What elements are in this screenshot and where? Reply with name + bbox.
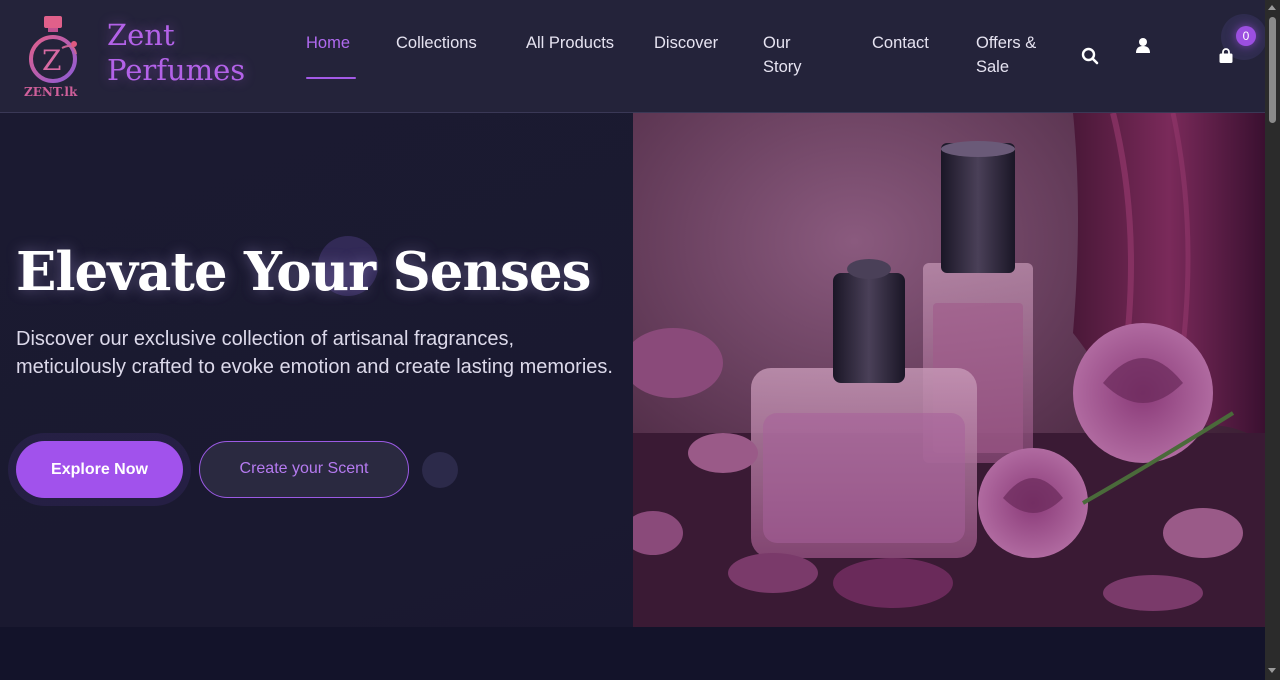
zent-logo[interactable]: Z ZENT.lk: [22, 14, 90, 98]
cart-icon[interactable]: [1218, 48, 1234, 64]
nav-our-story[interactable]: Our Story: [763, 31, 833, 79]
logo-text: ZENT.lk: [24, 85, 78, 98]
hero-perfume-image: [633, 113, 1265, 627]
nav-all-products[interactable]: All Products: [526, 31, 618, 55]
brand-line2: Perfumes: [107, 53, 246, 87]
nav-discover[interactable]: Discover: [654, 31, 718, 55]
nav-active-indicator: [306, 77, 356, 79]
page-scrollbar[interactable]: [1265, 0, 1280, 680]
scroll-down-arrow-icon[interactable]: [1268, 668, 1276, 673]
next-section: [0, 627, 1265, 680]
nav-home[interactable]: Home: [306, 31, 350, 55]
brand-name[interactable]: Zent Perfumes: [107, 18, 245, 88]
nav-contact[interactable]: Contact: [872, 31, 929, 55]
nav-collections[interactable]: Collections: [396, 31, 477, 55]
user-icon[interactable]: [1135, 37, 1151, 54]
explore-now-button[interactable]: Explore Now: [16, 441, 183, 498]
scrollbar-thumb[interactable]: [1269, 17, 1276, 123]
search-icon[interactable]: [1081, 47, 1099, 65]
scroll-up-arrow-icon[interactable]: [1268, 5, 1276, 10]
hero-title: Elevate Your Senses: [16, 241, 591, 303]
site-header: Z ZENT.lk Zent Perfumes Home Collections…: [0, 0, 1267, 113]
create-scent-button[interactable]: Create your Scent: [199, 441, 409, 498]
hero-description: Discover our exclusive collection of art…: [16, 328, 613, 378]
nav-offers-sale[interactable]: Offers & Sale: [976, 31, 1056, 79]
cart-count-badge: 0: [1236, 26, 1256, 46]
svg-text:Z: Z: [42, 44, 61, 77]
decorative-dot: [422, 452, 458, 488]
brand-line1: Zent: [107, 18, 175, 52]
